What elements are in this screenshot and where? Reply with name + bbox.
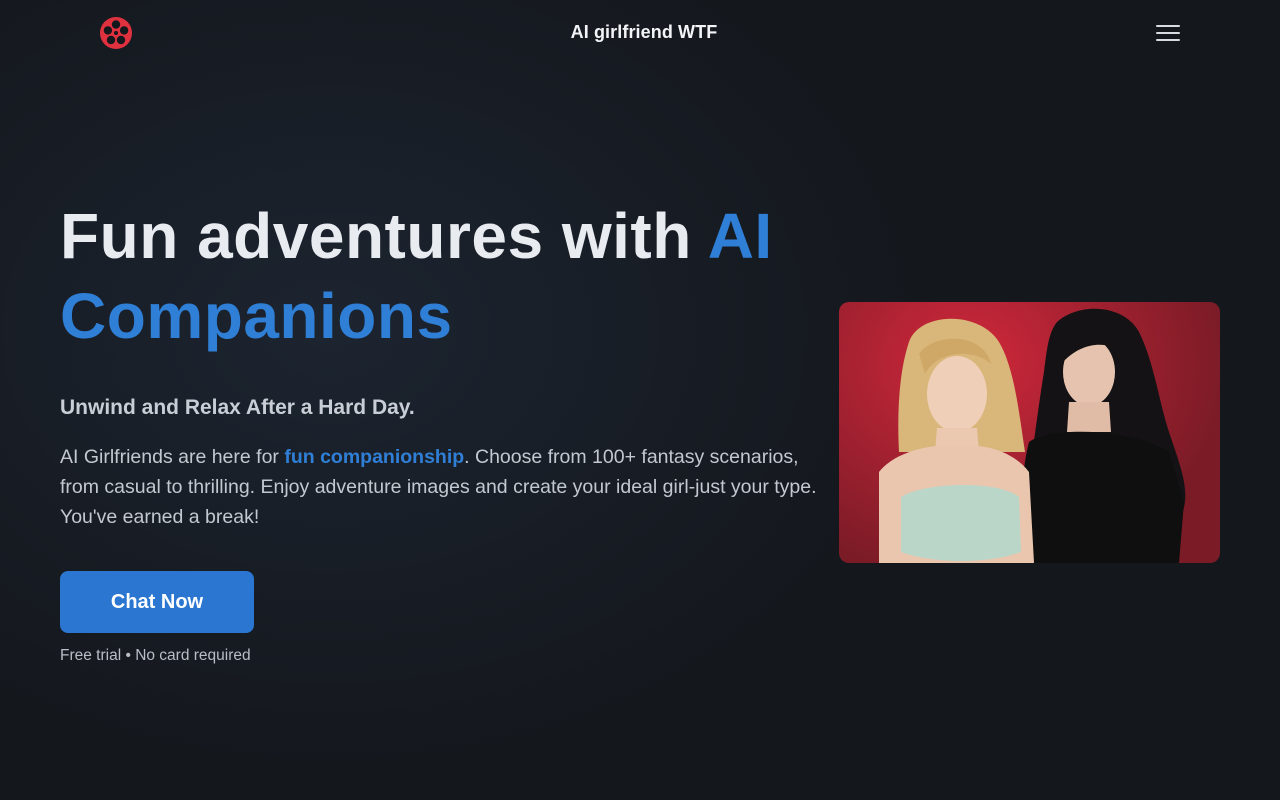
cta-note: Free trial • No card required <box>60 647 251 664</box>
companions-photo <box>839 302 1220 563</box>
chat-now-button[interactable]: Chat Now <box>60 571 254 633</box>
hero-section: Fun adventures with AI Companions Unwind… <box>60 196 830 532</box>
hero-subheading: Unwind and Relax After a Hard Day. <box>60 396 415 419</box>
hero-headline: Fun adventures with AI Companions <box>60 200 773 352</box>
hero-description: AI Girlfriends are here for fun companio… <box>60 446 817 528</box>
site-title: AI girlfriend WTF <box>570 22 718 42</box>
description-highlight: fun companionship <box>284 446 465 468</box>
hamburger-menu-icon[interactable] <box>1152 20 1184 46</box>
site-header: AI girlfriend WTF <box>0 0 1280 66</box>
